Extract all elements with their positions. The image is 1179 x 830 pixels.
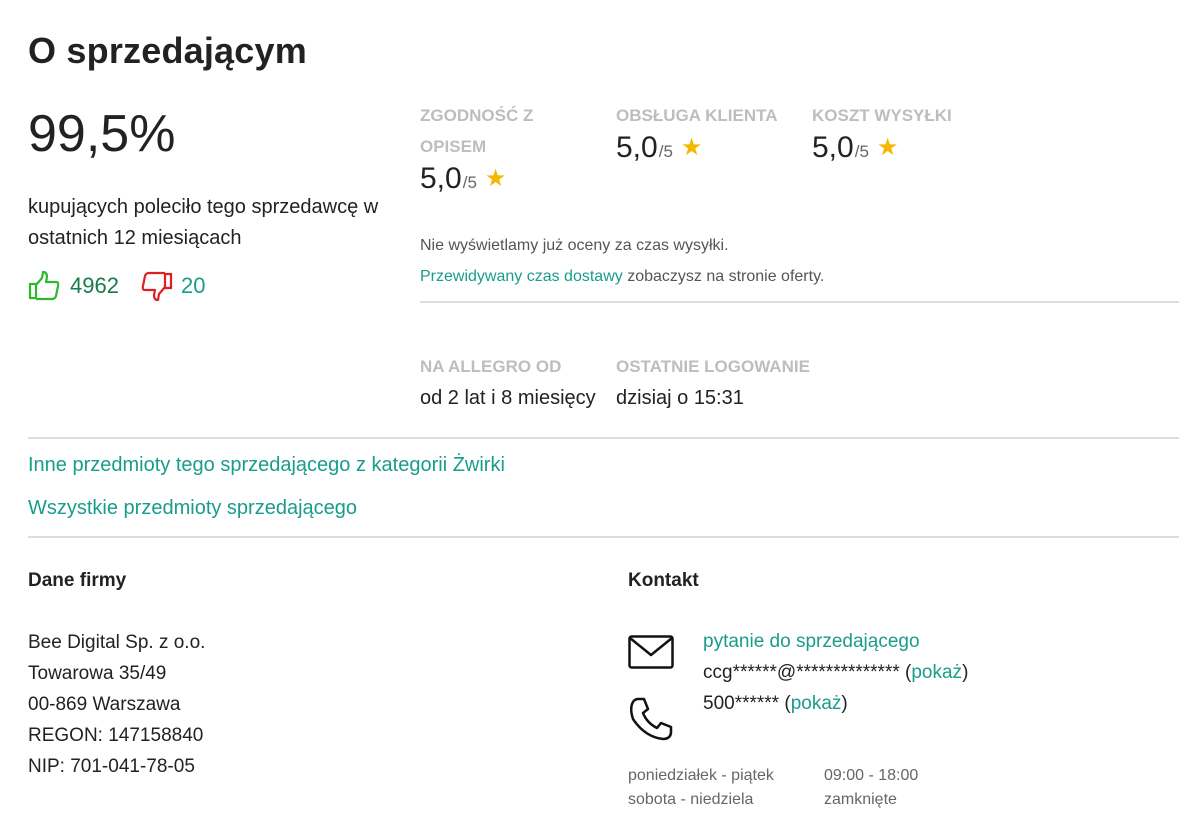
recommendation-percent: 99,5%: [28, 105, 176, 163]
company-city: 00-869 Warszawa: [28, 694, 181, 715]
votes-summary: 4962 20: [28, 270, 205, 302]
envelope-icon: [628, 635, 674, 674]
divider: [28, 536, 1179, 538]
divider: [420, 301, 1179, 303]
metric-max: /5: [658, 142, 673, 161]
positive-count: 4962: [70, 273, 119, 298]
metric-value: 5,0 /5 ★: [616, 131, 806, 165]
shipping-note: Nie wyświetlamy już oceny za czas wysyłk…: [420, 230, 824, 292]
metric-max: /5: [462, 173, 477, 192]
hours-days-weekday: poniedziałek - piątek: [628, 767, 774, 784]
company-address: Bee Digital Sp. z o.o. Towarowa 35/49 00…: [28, 627, 205, 782]
phone-icon: [628, 696, 674, 747]
metric-score: 5,0: [616, 131, 658, 164]
metric-max: /5: [854, 142, 869, 161]
metric-label: OBSŁUGA KLIENTA: [616, 106, 778, 125]
company-name: Bee Digital Sp. z o.o.: [28, 632, 206, 653]
metric-value: 5,0 /5 ★: [812, 131, 1002, 165]
shipping-note-line-2: Przewidywany czas dostawy zobaczysz na s…: [420, 261, 824, 292]
divider: [28, 437, 1179, 439]
masked-phone: 500******: [703, 693, 780, 714]
company-heading: Dane firmy: [28, 570, 127, 591]
masked-email: ccg******@**************: [703, 662, 900, 683]
email-row: ccg******@************** (pokaż): [703, 662, 969, 683]
show-email-link[interactable]: pokaż: [911, 662, 962, 683]
thumbs-up-icon: [28, 270, 62, 302]
company-regon: REGON: 147158840: [28, 725, 204, 746]
metric-score: 5,0: [420, 162, 462, 195]
metric-customer-service: OBSŁUGA KLIENTA 5,0 /5 ★: [616, 100, 806, 165]
delivery-time-link[interactable]: Przewidywany czas dostawy: [420, 268, 623, 285]
shipping-note-line: Nie wyświetlamy już oceny za czas wysyłk…: [420, 237, 729, 254]
recommendation-text: kupujących poleciło tego sprzedawcę w os…: [28, 196, 379, 249]
hours-days: poniedziałek - piątek sobota - niedziela: [628, 764, 774, 812]
company-nip: NIP: 701-041-78-05: [28, 756, 195, 777]
metric-shipping-cost: KOSZT WYSYŁKI 5,0 /5 ★: [812, 100, 1002, 165]
metric-label: ZGODNOŚĆ Z OPISEM: [420, 106, 534, 156]
last-login-value: dzisiaj o 15:31: [616, 387, 744, 409]
since-label: NA ALLEGRO OD: [420, 357, 562, 376]
star-icon: ★: [484, 165, 507, 192]
negative-count: 20: [180, 273, 206, 298]
contact-heading: Kontakt: [628, 570, 699, 591]
category-items-link[interactable]: Inne przedmioty tego sprzedającego z kat…: [28, 454, 505, 477]
star-icon: ★: [876, 134, 899, 161]
since-value: od 2 lat i 8 miesięcy: [420, 387, 596, 409]
company-street: Towarowa 35/49: [28, 663, 167, 684]
thumbs-down-icon: [139, 270, 173, 302]
metric-score: 5,0: [812, 131, 854, 164]
hours-time-weekday: 09:00 - 18:00: [824, 767, 919, 784]
ask-seller-link[interactable]: pytanie do sprzedającego: [703, 631, 920, 652]
all-items-link[interactable]: Wszystkie przedmioty sprzedającego: [28, 497, 357, 520]
metric-description: ZGODNOŚĆ Z OPISEM 5,0 /5 ★: [420, 100, 600, 196]
shipping-note-rest: zobaczysz na stronie oferty.: [622, 268, 825, 285]
hours-times: 09:00 - 18:00 zamknięte: [824, 764, 918, 812]
phone-row: 500****** (pokaż): [703, 693, 848, 714]
hours-time-weekend: zamknięte: [824, 791, 897, 808]
star-icon: ★: [680, 134, 703, 161]
page-title: O sprzedającym: [28, 30, 307, 71]
metric-value: 5,0 /5 ★: [420, 162, 600, 196]
last-login-label: OSTATNIE LOGOWANIE: [616, 357, 810, 376]
show-phone-link[interactable]: pokaż: [791, 693, 842, 714]
metric-label: KOSZT WYSYŁKI: [812, 106, 952, 125]
hours-days-weekend: sobota - niedziela: [628, 791, 754, 808]
contact-email-block: pytanie do sprzedającego ccg******@*****…: [703, 626, 968, 688]
